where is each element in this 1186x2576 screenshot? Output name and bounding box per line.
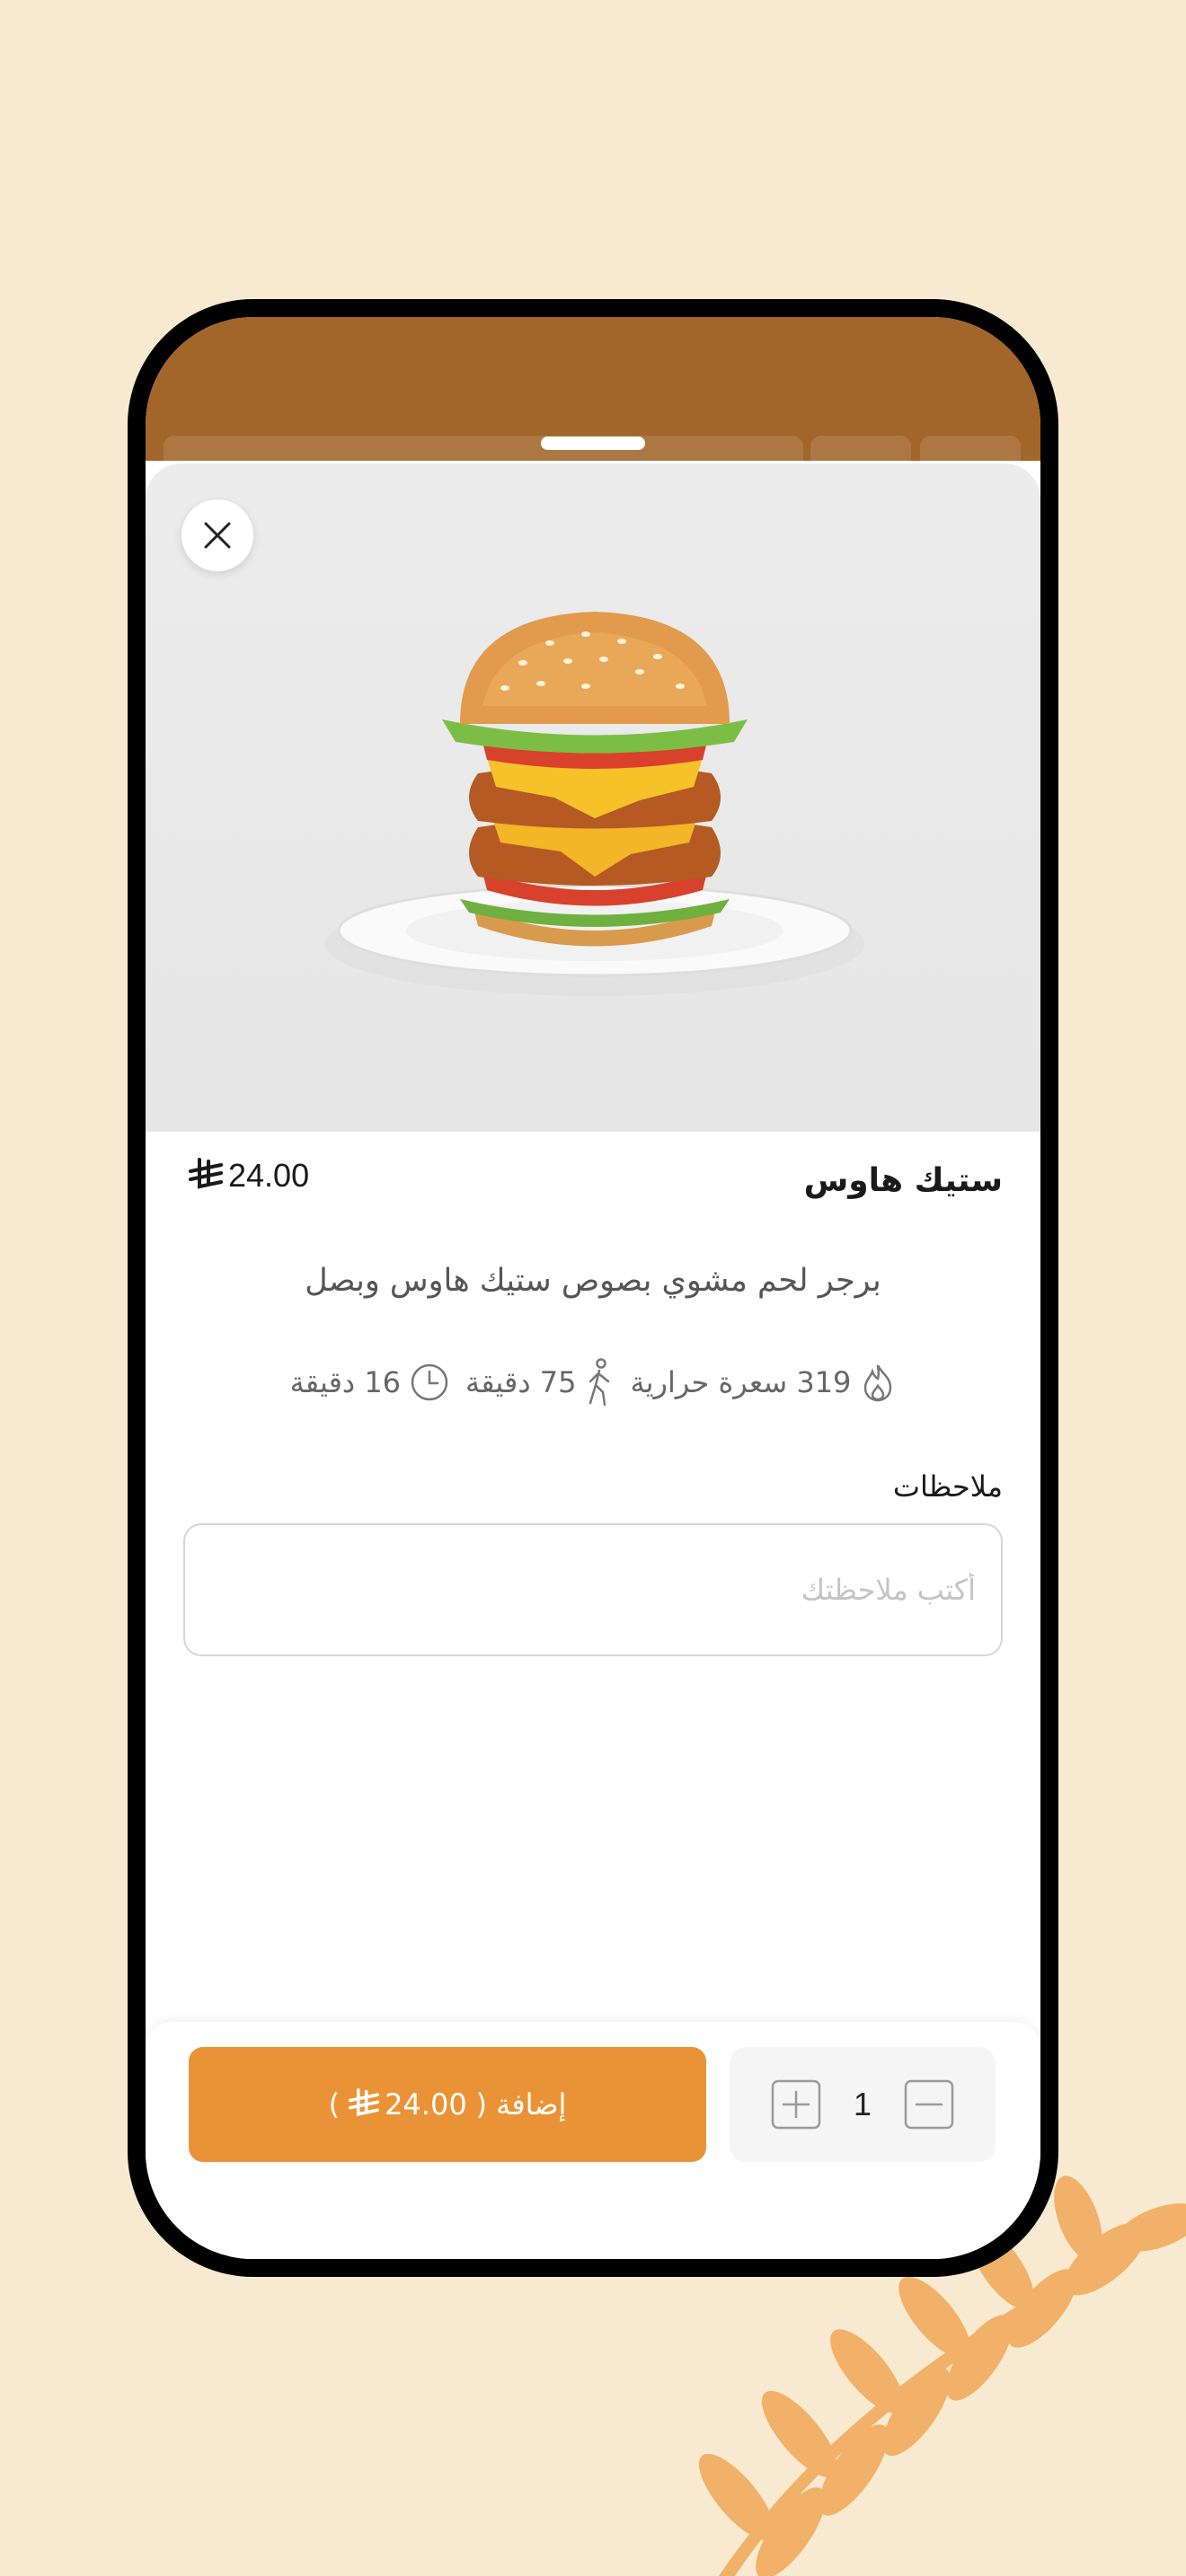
increase-quantity-button[interactable]	[771, 2079, 821, 2130]
walking-icon	[589, 1358, 610, 1407]
calories-info: 319 سعرة حرارية	[630, 1363, 896, 1402]
order-footer: إضافة ( 24.00 ) 1	[146, 2022, 1040, 2259]
add-button-paren-open: (	[475, 2087, 488, 2122]
product-price: 24.00	[189, 1157, 309, 1195]
add-button-price-value: 24.00	[385, 2087, 467, 2122]
add-to-cart-button[interactable]: إضافة ( 24.00 )	[189, 2047, 706, 2162]
minus-icon	[904, 2079, 954, 2130]
burger-image	[325, 612, 864, 996]
quantity-value: 1	[853, 2086, 872, 2122]
close-icon	[204, 522, 231, 549]
phone-screen: ستيك هاوس 24.00 برجر لحم مشوي بصوص ستيك …	[146, 317, 1040, 2259]
flame-icon	[864, 1364, 892, 1402]
product-meta-row: 319 سعرة حرارية 75 دقيقة 16 دقيقة	[146, 1358, 1040, 1407]
prep-time-text: 16 دقيقة	[289, 1365, 402, 1399]
notes-label: ملاحظات	[892, 1469, 1003, 1504]
plus-icon	[771, 2079, 821, 2130]
decrease-quantity-button[interactable]	[904, 2079, 954, 2130]
add-button-paren-close: )	[328, 2087, 341, 2122]
riyal-icon	[189, 1158, 223, 1189]
close-button[interactable]	[181, 499, 253, 571]
add-button-price: 24.00	[349, 2087, 467, 2122]
product-bottom-sheet: ستيك هاوس 24.00 برجر لحم مشوي بصوص ستيك …	[146, 463, 1040, 2259]
calories-text: 319 سعرة حرارية	[630, 1365, 852, 1399]
walk-time-info: 75 دقيقة	[465, 1358, 614, 1407]
riyal-icon	[349, 2088, 380, 2116]
product-price-value: 24.00	[228, 1157, 310, 1194]
walk-time-text: 75 دقيقة	[465, 1365, 577, 1399]
clock-icon	[411, 1363, 448, 1401]
product-name: ستيك هاوس	[803, 1162, 1003, 1199]
product-image	[146, 463, 1040, 1132]
notes-input[interactable]	[183, 1523, 1003, 1656]
product-description: برجر لحم مشوي بصوص ستيك هاوس وبصل	[305, 1263, 881, 1299]
add-button-label: إضافة	[496, 2087, 567, 2122]
quantity-stepper: 1	[730, 2047, 996, 2162]
prep-time-info: 16 دقيقة	[290, 1363, 449, 1402]
sheet-drag-handle[interactable]	[541, 437, 645, 450]
